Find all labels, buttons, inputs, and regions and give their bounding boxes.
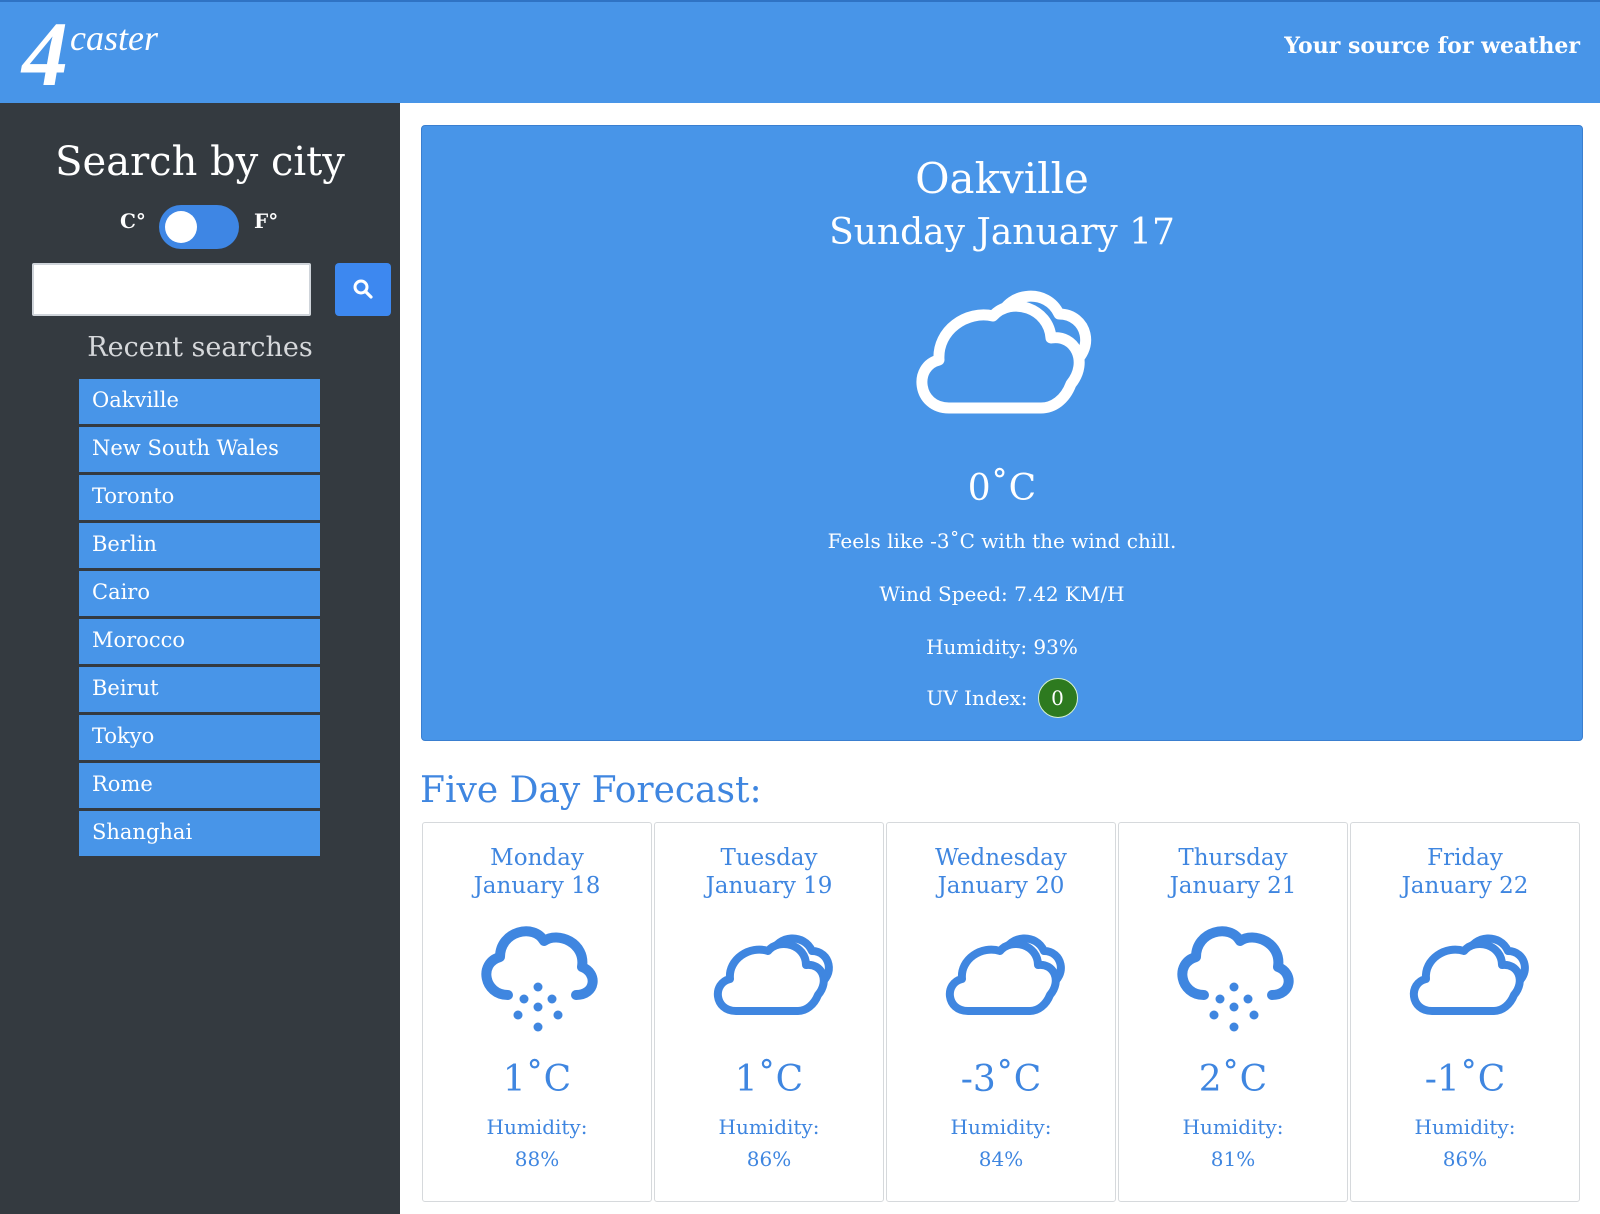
forecast-humidity-label: Humidity: — [718, 1115, 820, 1139]
forecast-title: Five Day Forecast: — [420, 770, 762, 811]
forecast-humidity-label: Humidity: — [1414, 1115, 1516, 1139]
current-temperature: 0˚C — [967, 468, 1037, 509]
forecast-day-date: January 19 — [705, 873, 833, 899]
forecast-day-date: January 20 — [937, 873, 1065, 899]
forecast-day-temp: 1˚C — [502, 1059, 572, 1100]
recent-search-item[interactable]: Cairo — [79, 571, 320, 616]
forecast-day-name: Thursday — [1178, 845, 1288, 871]
feels-like: Feels like -3˚C with the wind chill. — [827, 529, 1177, 553]
forecast-day-name: Friday — [1427, 845, 1503, 871]
recent-search-item[interactable]: Toronto — [79, 475, 320, 520]
current-city: Oakville — [915, 154, 1089, 203]
partly-cloudy-icon — [916, 290, 1092, 414]
forecast-humidity-value: 86% — [746, 1147, 792, 1171]
forecast-humidity-value: 81% — [1210, 1147, 1256, 1171]
current-date: Sunday January 17 — [829, 212, 1175, 253]
unit-toggle[interactable] — [159, 205, 239, 249]
search-button[interactable] — [335, 263, 391, 316]
forecast-day-temp: 2˚C — [1198, 1059, 1268, 1100]
recent-search-item[interactable]: Tokyo — [79, 715, 320, 760]
forecast-humidity-value: 84% — [978, 1147, 1024, 1171]
forecast-day-date: January 18 — [473, 873, 601, 899]
forecast-day-temp: -1˚C — [1424, 1059, 1506, 1100]
snow-icon — [1177, 926, 1294, 1032]
sidebar: Search by city C° F° Recent searches Oak… — [0, 103, 400, 1214]
wind-speed: Wind Speed: 7.42 KM/H — [879, 582, 1125, 606]
forecast-humidity-value: 86% — [1442, 1147, 1488, 1171]
forecast-humidity-label: Humidity: — [950, 1115, 1052, 1139]
cloudy-icon — [1409, 934, 1529, 1015]
uv-index-row: UV Index: 0 — [422, 678, 1582, 720]
forecast-day-temp: 1˚C — [734, 1059, 804, 1100]
forecast-humidity-label: Humidity: — [486, 1115, 588, 1139]
recent-search-item[interactable]: Morocco — [79, 619, 320, 664]
current-weather-card: Oakville Sunday January 17 0˚C Feels lik… — [421, 125, 1583, 741]
forecast-humidity-value: 88% — [514, 1147, 560, 1171]
recent-search-item[interactable]: Beirut — [79, 667, 320, 712]
forecast-day-card: Friday January 22 -1˚C Humidity: 86% — [1350, 822, 1580, 1202]
forecast-day-name: Monday — [490, 845, 584, 871]
recent-search-item[interactable]: Oakville — [79, 379, 320, 424]
search-icon — [353, 279, 373, 299]
fahrenheit-label: F° — [254, 209, 279, 233]
toggle-knob — [165, 211, 197, 243]
forecast-row: Monday January 18 1˚C Humidity: 88% Tues… — [422, 822, 1582, 1202]
app-header: 4 caster Your source for weather — [0, 0, 1600, 103]
snow-icon — [481, 926, 598, 1032]
city-search-input[interactable] — [32, 263, 311, 316]
recent-search-item[interactable]: New South Wales — [79, 427, 320, 472]
recent-search-item[interactable]: Berlin — [79, 523, 320, 568]
tagline: Your source for weather — [1284, 33, 1580, 59]
celsius-label: C° — [120, 209, 146, 233]
forecast-day-name: Tuesday — [720, 845, 818, 871]
forecast-day-card: Thursday January 21 2˚C Humidity: 81% — [1118, 822, 1348, 1202]
cloudy-icon — [945, 934, 1065, 1015]
recent-searches-title: Recent searches — [87, 332, 313, 363]
forecast-day-card: Monday January 18 1˚C Humidity: 88% — [422, 822, 652, 1202]
search-title: Search by city — [55, 139, 345, 185]
forecast-day-name: Wednesday — [935, 845, 1067, 871]
uv-index-badge: 0 — [1037, 678, 1078, 718]
recent-search-item[interactable]: Shanghai — [79, 811, 320, 856]
cloudy-icon — [713, 934, 833, 1015]
logo-number: 4 — [22, 3, 68, 105]
recent-searches-list: Oakville New South Wales Toronto Berlin … — [79, 379, 320, 859]
current-humidity: Humidity: 93% — [926, 635, 1078, 659]
forecast-day-card: Wednesday January 20 -3˚C Humidity: 84% — [886, 822, 1116, 1202]
uv-index-label: UV Index: — [926, 686, 1028, 710]
forecast-day-temp: -3˚C — [960, 1059, 1042, 1100]
forecast-day-date: January 22 — [1401, 873, 1529, 899]
forecast-day-date: January 21 — [1169, 873, 1297, 899]
forecast-day-card: Tuesday January 19 1˚C Humidity: 86% — [654, 822, 884, 1202]
recent-search-item[interactable]: Rome — [79, 763, 320, 808]
logo[interactable]: 4 caster — [22, 3, 172, 105]
logo-word: caster — [70, 18, 158, 58]
unit-toggle-row: C° F° — [0, 203, 400, 249]
forecast-humidity-label: Humidity: — [1182, 1115, 1284, 1139]
